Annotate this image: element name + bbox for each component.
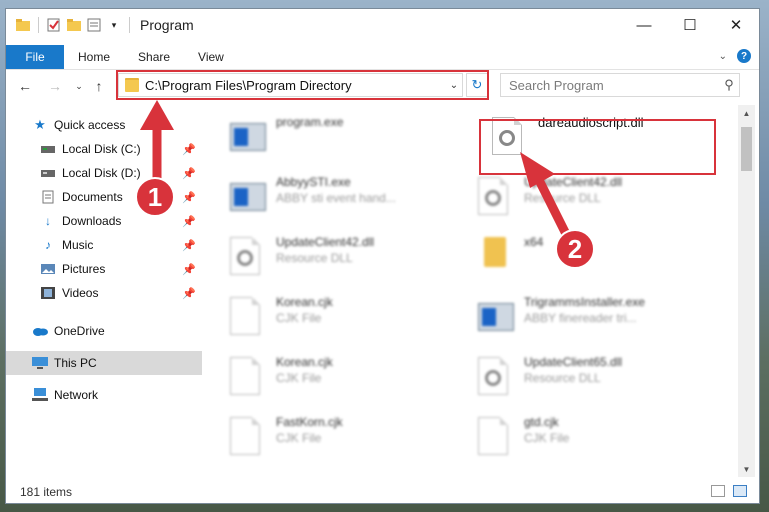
- step-badge-1: 1: [135, 177, 175, 217]
- arrow-2-head: [520, 152, 555, 188]
- annotation-arrows: [140, 100, 573, 243]
- arrow-1-head: [140, 100, 174, 130]
- step-badge-2: 2: [555, 229, 595, 269]
- arrow-2-shaft: [535, 177, 573, 243]
